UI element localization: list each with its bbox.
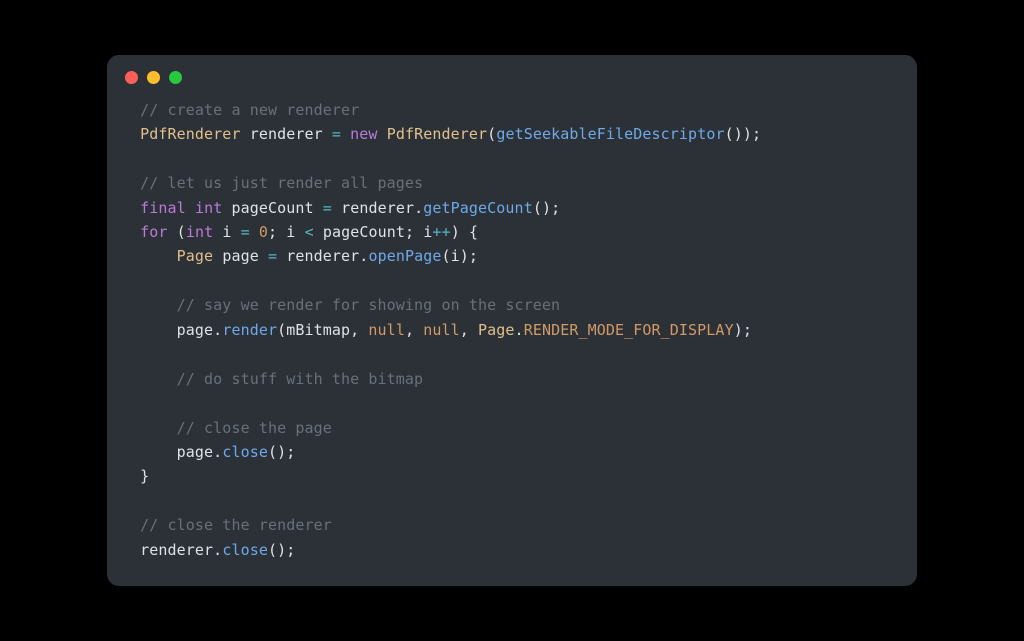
code-token: [341, 125, 350, 143]
code-token: i: [213, 223, 240, 241]
code-line: [131, 269, 893, 293]
code-token: getSeekableFileDescriptor: [496, 125, 724, 143]
code-token: [186, 199, 195, 217]
code-token: // close the page: [131, 419, 332, 437]
code-token: (mBitmap,: [277, 321, 368, 339]
code-token: ();: [533, 199, 560, 217]
code-token: (: [487, 125, 496, 143]
code-token: =: [241, 223, 250, 241]
code-token: PdfRenderer: [387, 125, 487, 143]
code-token: [131, 199, 140, 217]
code-token: null: [423, 321, 460, 339]
code-line: page.close();: [131, 440, 893, 464]
code-line: final int pageCount = renderer.getPageCo…: [131, 196, 893, 220]
code-line: // create a new renderer: [131, 98, 893, 122]
code-line: [131, 391, 893, 415]
code-line: }: [131, 464, 893, 488]
code-token: Page: [478, 321, 515, 339]
code-token: .: [515, 321, 524, 339]
code-token: renderer.: [277, 247, 368, 265]
editor-window: // create a new renderer PdfRenderer ren…: [107, 55, 917, 586]
code-token: [378, 125, 387, 143]
code-token: ();: [268, 541, 295, 559]
window-titlebar: [107, 55, 917, 94]
window-maximize-icon[interactable]: [169, 71, 182, 84]
code-token: // say we render for showing on the scre…: [131, 296, 560, 314]
code-token: pageCount; i: [314, 223, 433, 241]
code-token: =: [332, 125, 341, 143]
code-token: int: [195, 199, 222, 217]
code-token: int: [186, 223, 213, 241]
window-close-icon[interactable]: [125, 71, 138, 84]
code-token: null: [368, 321, 405, 339]
code-token: ++: [432, 223, 450, 241]
code-token: (: [168, 223, 186, 241]
code-token: 0: [259, 223, 268, 241]
code-token: close: [222, 443, 268, 461]
code-line: Page page = renderer.openPage(i);: [131, 244, 893, 268]
code-token: }: [131, 467, 149, 485]
code-token: PdfRenderer: [131, 125, 241, 143]
code-token: page: [213, 247, 268, 265]
code-token: pageCount: [222, 199, 322, 217]
code-token: ();: [268, 443, 295, 461]
code-token: for: [140, 223, 167, 241]
code-token: ,: [405, 321, 423, 339]
code-token: renderer.: [332, 199, 423, 217]
code-token: ());: [725, 125, 762, 143]
code-token: ,: [460, 321, 478, 339]
code-token: RENDER_MODE_FOR_DISPLAY: [524, 321, 734, 339]
code-token: // create a new renderer: [131, 101, 359, 119]
code-area: // create a new renderer PdfRenderer ren…: [107, 94, 917, 578]
code-token: new: [350, 125, 377, 143]
code-token: <: [305, 223, 314, 241]
code-line: [131, 342, 893, 366]
code-token: );: [734, 321, 752, 339]
code-token: // close the renderer: [131, 516, 332, 534]
code-token: page.: [131, 321, 222, 339]
code-token: Page: [131, 247, 213, 265]
code-token: close: [222, 541, 268, 559]
code-token: ) {: [451, 223, 478, 241]
code-token: renderer: [241, 125, 332, 143]
code-token: render: [222, 321, 277, 339]
code-line: [131, 489, 893, 513]
code-line: PdfRenderer renderer = new PdfRenderer(g…: [131, 122, 893, 146]
code-token: [131, 223, 140, 241]
code-line: // close the renderer: [131, 513, 893, 537]
code-token: =: [268, 247, 277, 265]
code-token: [250, 223, 259, 241]
window-minimize-icon[interactable]: [147, 71, 160, 84]
code-line: [131, 147, 893, 171]
code-token: // do stuff with the bitmap: [131, 370, 423, 388]
code-line: renderer.close();: [131, 538, 893, 562]
code-line: // say we render for showing on the scre…: [131, 293, 893, 317]
code-token: page.: [131, 443, 222, 461]
code-line: // let us just render all pages: [131, 171, 893, 195]
code-token: =: [323, 199, 332, 217]
code-token: ; i: [268, 223, 305, 241]
code-token: getPageCount: [423, 199, 533, 217]
code-token: final: [140, 199, 186, 217]
code-token: renderer.: [131, 541, 222, 559]
code-line: // do stuff with the bitmap: [131, 367, 893, 391]
code-token: openPage: [368, 247, 441, 265]
code-token: (i);: [441, 247, 478, 265]
code-line: page.render(mBitmap, null, null, Page.RE…: [131, 318, 893, 342]
code-token: // let us just render all pages: [131, 174, 423, 192]
code-line: for (int i = 0; i < pageCount; i++) {: [131, 220, 893, 244]
code-line: // close the page: [131, 416, 893, 440]
